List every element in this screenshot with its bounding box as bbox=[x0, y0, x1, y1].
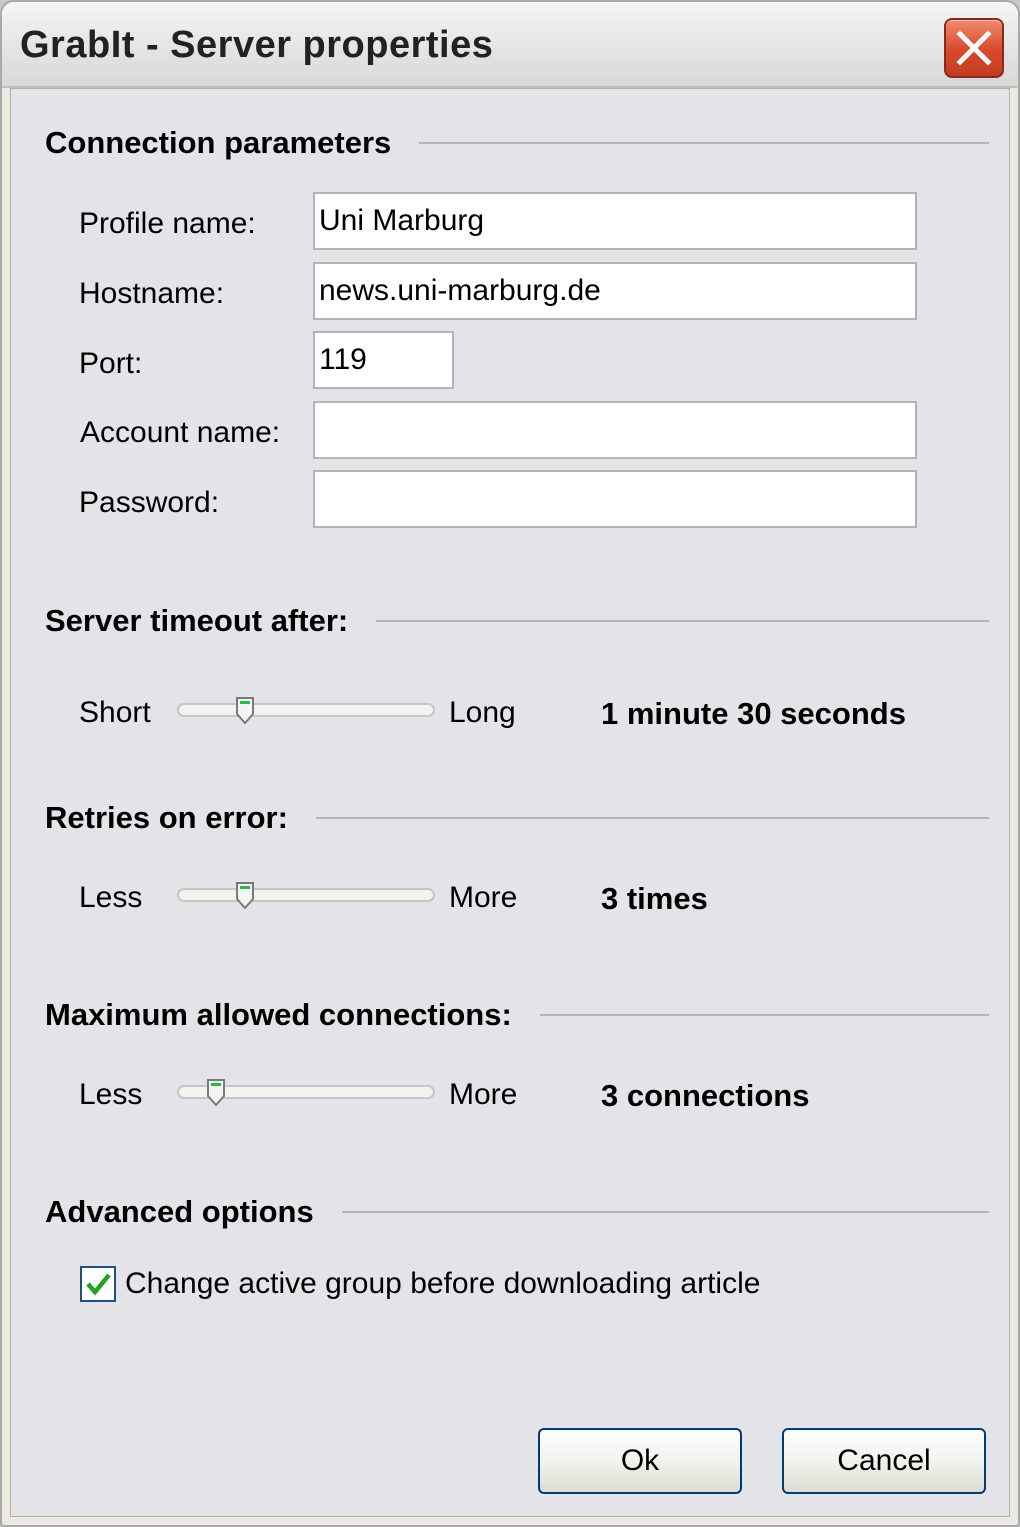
profile-name-label: Profile name: bbox=[79, 207, 256, 240]
close-button[interactable] bbox=[944, 18, 1004, 78]
slider-track bbox=[177, 703, 435, 717]
account-name-label: Account name: bbox=[80, 416, 281, 449]
profile-name-input[interactable]: Uni Marburg bbox=[313, 192, 917, 250]
password-input[interactable] bbox=[313, 470, 917, 528]
retries-more-label: More bbox=[449, 881, 518, 914]
port-input[interactable]: 119 bbox=[313, 331, 454, 389]
connection-section-header: Connection parameters bbox=[45, 123, 989, 163]
section-divider bbox=[341, 1211, 989, 1213]
retries-less-label: Less bbox=[79, 881, 143, 914]
hostname-input[interactable]: news.uni-marburg.de bbox=[313, 262, 917, 320]
connections-value: 3 connections bbox=[601, 1078, 810, 1113]
ok-button[interactable]: Ok bbox=[538, 1428, 742, 1494]
slider-thumb[interactable] bbox=[234, 881, 256, 911]
advanced-section-header: Advanced options bbox=[45, 1192, 989, 1232]
retries-section-title: Retries on error: bbox=[45, 800, 288, 835]
section-divider bbox=[376, 620, 989, 622]
slider-thumb[interactable] bbox=[205, 1078, 227, 1108]
password-label: Password: bbox=[79, 486, 220, 519]
timeout-slider[interactable] bbox=[177, 696, 435, 726]
timeout-long-label: Long bbox=[449, 696, 516, 729]
port-label: Port: bbox=[79, 347, 143, 380]
window-title: GrabIt - Server properties bbox=[20, 24, 494, 66]
cancel-button[interactable]: Cancel bbox=[782, 1428, 986, 1494]
connections-slider[interactable] bbox=[177, 1078, 435, 1108]
timeout-section-header: Server timeout after: bbox=[45, 601, 989, 641]
retries-value: 3 times bbox=[601, 881, 708, 916]
connections-more-label: More bbox=[449, 1078, 518, 1111]
advanced-section-title: Advanced options bbox=[45, 1194, 314, 1229]
timeout-short-label: Short bbox=[79, 696, 151, 729]
checkmark-icon bbox=[86, 1273, 111, 1296]
timeout-section-title: Server timeout after: bbox=[45, 603, 349, 638]
dialog-body: Connection parameters Profile name: Uni … bbox=[10, 88, 1010, 1517]
retries-slider[interactable] bbox=[177, 881, 435, 911]
retries-section-header: Retries on error: bbox=[45, 798, 989, 838]
timeout-value: 1 minute 30 seconds bbox=[601, 696, 906, 731]
server-properties-dialog: GrabIt - Server properties Connection pa… bbox=[0, 0, 1020, 1527]
section-divider bbox=[539, 1014, 989, 1016]
hostname-label: Hostname: bbox=[79, 277, 225, 310]
change-group-checkbox[interactable] bbox=[80, 1266, 116, 1302]
slider-thumb[interactable] bbox=[234, 696, 256, 726]
account-name-input[interactable] bbox=[313, 401, 917, 459]
change-group-label[interactable]: Change active group before downloading a… bbox=[125, 1267, 760, 1301]
connections-section-header: Maximum allowed connections: bbox=[45, 995, 989, 1035]
connection-section-title: Connection parameters bbox=[45, 125, 392, 160]
slider-track bbox=[177, 888, 435, 902]
section-divider bbox=[315, 817, 989, 819]
connections-section-title: Maximum allowed connections: bbox=[45, 997, 512, 1032]
title-bar[interactable]: GrabIt - Server properties bbox=[2, 2, 1018, 88]
section-divider bbox=[419, 142, 989, 144]
close-icon bbox=[956, 30, 992, 66]
connections-less-label: Less bbox=[79, 1078, 143, 1111]
